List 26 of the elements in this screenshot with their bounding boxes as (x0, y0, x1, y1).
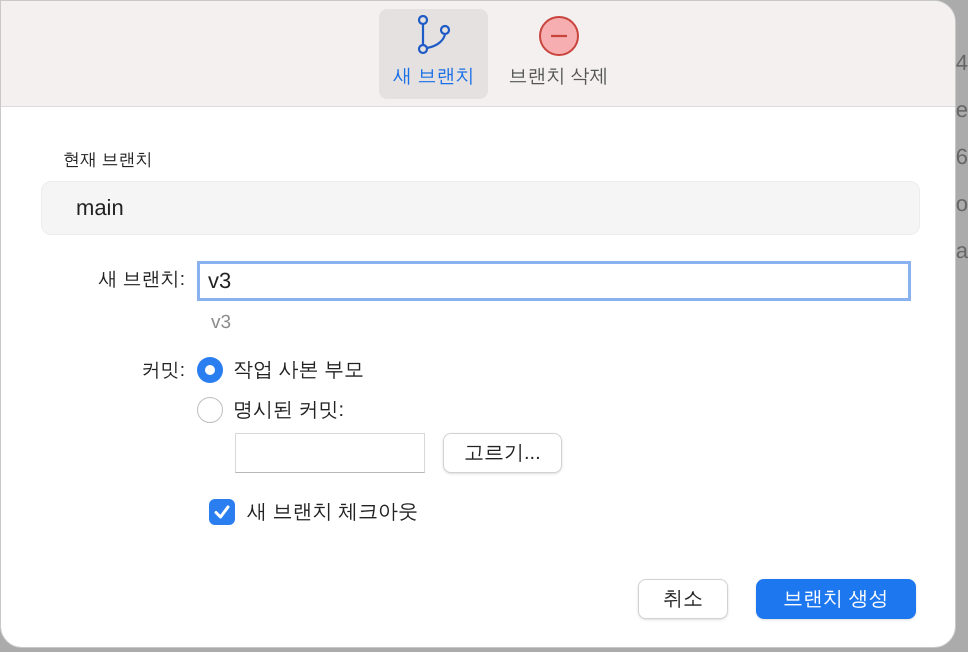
background-text: o (956, 190, 968, 218)
field-label: 새 브랜치: (97, 268, 186, 292)
minus-circle-icon (538, 15, 580, 57)
commit-field[interactable] (235, 433, 425, 473)
radio-label: 작업 사본 부모 (233, 358, 364, 383)
toolbar-tab[interactable]: 브랜치 삭제 (494, 9, 623, 99)
background-text: e (956, 96, 968, 124)
radio-button[interactable] (197, 357, 223, 383)
checkmark-icon (213, 503, 231, 521)
current-branch-field: main (41, 180, 920, 234)
field-label: 현재 브랜치 (63, 149, 153, 171)
branch-icon (416, 15, 452, 55)
background-text: 6 (956, 143, 968, 171)
background-text: 4 (956, 49, 968, 77)
field-label: 커밋: (140, 359, 186, 383)
create-branch-button[interactable]: 브랜치 생성 (756, 579, 916, 619)
branch-name-field[interactable]: v3 (197, 260, 911, 300)
radio-label: 명시된 커밋: (233, 398, 344, 423)
cancel-button[interactable]: 취소 (638, 579, 728, 619)
choose-button[interactable]: 고르기... (443, 433, 562, 473)
toolbar-tab[interactable]: 새 브랜치 (379, 9, 488, 99)
checkbox[interactable] (209, 499, 235, 525)
branch-name-hint: v3 (211, 310, 232, 334)
background-text: a (956, 237, 968, 265)
checkbox-label: 새 브랜치 체크아웃 (247, 500, 418, 525)
radio-button[interactable] (197, 397, 223, 423)
